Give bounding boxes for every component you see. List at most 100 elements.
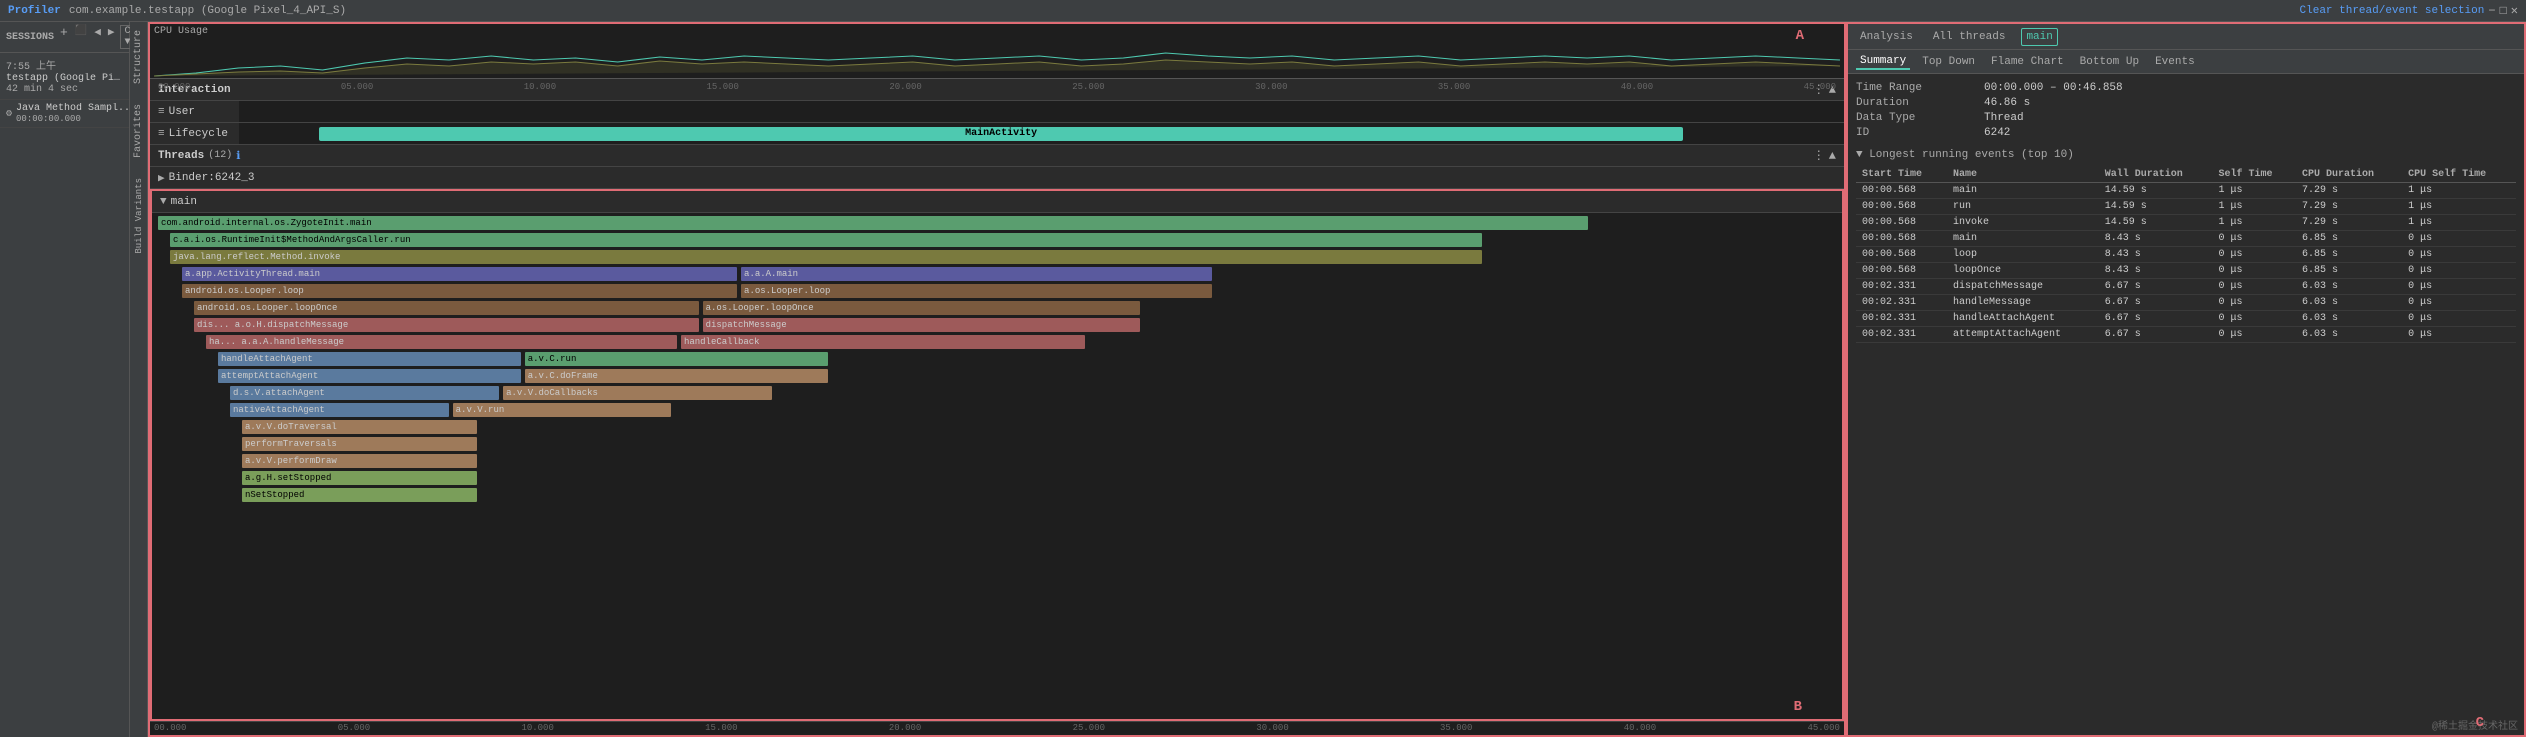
table-cell: 7.29 s — [2296, 183, 2402, 199]
flame-main-label: main — [171, 196, 197, 208]
flame-row: com.android.internal.os.ZygoteInit.main — [156, 215, 1838, 231]
table-cell: 14.59 s — [2099, 183, 2213, 199]
table-cell: 00:02.331 — [1856, 279, 1947, 295]
id-val: 6242 — [1984, 127, 2516, 139]
flame-bar: handleCallback — [681, 335, 1085, 349]
threads-header: Threads (12) ℹ ⋮ ▲ — [150, 145, 1844, 167]
longest-events-header: ▼ Longest running events (top 10) — [1856, 149, 2516, 161]
analysis-content: Time Range 00:00.000 – 00:46.858 Duratio… — [1848, 74, 2524, 735]
flame-bar: nativeAttachAgent — [230, 403, 449, 417]
flame-row: handleAttachAgent a.v.C.run — [156, 351, 1838, 367]
table-cell: 1 μs — [2213, 183, 2296, 199]
flame-row: ha... a.a.A.handleMessage handleCallback — [156, 334, 1838, 350]
sub-tab-flame-chart[interactable]: Flame Chart — [1987, 55, 2068, 69]
table-cell: 6.85 s — [2296, 231, 2402, 247]
table-row: 00:02.331dispatchMessage6.67 s0 μs6.03 s… — [1856, 279, 2516, 295]
flame-row: a.v.V.doTraversal — [156, 419, 1838, 435]
analysis-tab-all-threads[interactable]: All threads — [1929, 29, 2010, 45]
forward-icon[interactable]: ▶ — [106, 25, 117, 49]
table-cell: 1 μs — [2402, 183, 2516, 199]
main-activity-bar: MainActivity — [319, 127, 1684, 141]
gear-icon: ⚙ — [6, 108, 12, 120]
events-table-header-row: Start Time Name Wall Duration Self Time … — [1856, 167, 2516, 183]
maximize-icon[interactable]: □ — [2500, 4, 2507, 18]
table-row: 00:00.568invoke14.59 s1 μs7.29 s1 μs — [1856, 215, 2516, 231]
flame-bar: ha... a.a.A.handleMessage — [206, 335, 677, 349]
flame-bar: a.a.A.main — [741, 267, 1212, 281]
analysis-tab-analysis[interactable]: Analysis — [1856, 29, 1917, 45]
close-icon[interactable]: ✕ — [2511, 3, 2518, 18]
lifecycle-track-name: Lifecycle — [169, 128, 239, 140]
threads-menu-icon[interactable]: ⋮ — [1813, 148, 1825, 163]
bottom-axis: 00.000 05.000 10.000 15.000 20.000 25.00… — [150, 721, 1844, 735]
flame-row: java.lang.reflect.Method.invoke — [156, 249, 1838, 265]
sub-tab-summary[interactable]: Summary — [1856, 54, 1910, 70]
analysis-header: Analysis All threads main — [1848, 24, 2524, 50]
build-variants-tab[interactable]: Build Variants — [134, 178, 144, 254]
col-self-time: Self Time — [2213, 167, 2296, 183]
favorites-tab[interactable]: Favorites — [133, 104, 144, 158]
table-cell: run — [1947, 199, 2099, 215]
flame-bar: a.os.Looper.loopOnce — [703, 301, 1140, 315]
table-cell: 6.03 s — [2296, 295, 2402, 311]
events-table: Start Time Name Wall Duration Self Time … — [1856, 167, 2516, 343]
flame-row: android.os.Looper.loopOnce a.os.Looper.l… — [156, 300, 1838, 316]
panel-c-label: C — [2476, 715, 2484, 731]
table-cell: 8.43 s — [2099, 247, 2213, 263]
java-method-item[interactable]: ⚙ Java Method Sampl... 00:00:00.000 — [0, 100, 129, 128]
flame-bar: a.app.ActivityThread.main — [182, 267, 737, 281]
panel-a-label: A — [1796, 28, 1804, 44]
sessions-header: SESSIONS + ⬛ ◀ ▶ CPU ◀ ▼ — [0, 22, 129, 53]
flame-bar: attemptAttachAgent — [218, 369, 521, 383]
structure-tab[interactable]: Structure — [133, 30, 144, 84]
flame-bar: a.os.Looper.loop — [741, 284, 1212, 298]
minimize-icon[interactable]: − — [2488, 4, 2495, 18]
threads-label: Threads — [158, 150, 204, 162]
analysis-tab-main[interactable]: main — [2021, 28, 2057, 46]
table-cell: 7.29 s — [2296, 215, 2402, 231]
stop-session-icon[interactable]: ⬛ — [73, 25, 89, 49]
cpu-chart-svg — [154, 38, 1840, 78]
data-type-key: Data Type — [1856, 112, 1976, 124]
sub-tab-bottom-up[interactable]: Bottom Up — [2076, 55, 2143, 69]
table-cell: 8.43 s — [2099, 263, 2213, 279]
flame-bar: a.v.V.run — [453, 403, 672, 417]
col-start-time: Start Time — [1856, 167, 1947, 183]
vertical-tabs: Structure Favorites Build Variants — [130, 22, 148, 737]
session-name: testapp (Google Pixel_4... — [6, 73, 123, 84]
binder-expand-icon[interactable]: ▶ — [158, 171, 165, 185]
add-session-icon[interactable]: + — [58, 25, 70, 49]
sub-tab-top-down[interactable]: Top Down — [1918, 55, 1979, 69]
user-track-name: User — [169, 106, 239, 118]
clear-thread-link[interactable]: Clear thread/event selection — [2300, 5, 2485, 17]
flame-main-icon: ▼ — [160, 196, 167, 208]
flame-bar: android.os.Looper.loop — [182, 284, 737, 298]
table-cell: 0 μs — [2402, 327, 2516, 343]
session-item[interactable]: 7:55 上午 testapp (Google Pixel_4... 42 mi… — [0, 53, 129, 100]
flame-row: nSetStopped — [156, 487, 1838, 503]
flame-bar: c.a.i.os.RuntimeInit$MethodAndArgsCaller… — [170, 233, 1482, 247]
binder-row: ▶ Binder:6242_3 — [150, 167, 1844, 189]
table-cell: 0 μs — [2213, 263, 2296, 279]
analysis-panel: C Analysis All threads main Summary Top … — [1846, 22, 2526, 737]
cpu-usage-area: CPU Usage 00.000 05.000 10.000 15.000 20… — [150, 24, 1844, 79]
threads-info-icon[interactable]: ℹ — [236, 149, 240, 163]
flame-bar: a.g.H.setStopped — [242, 471, 477, 485]
flame-rows: com.android.internal.os.ZygoteInit.main … — [152, 213, 1842, 505]
session-duration: 42 min 4 sec — [6, 84, 123, 95]
table-cell: 1 μs — [2402, 215, 2516, 231]
table-row: 00:00.568main14.59 s1 μs7.29 s1 μs — [1856, 183, 2516, 199]
table-cell: 0 μs — [2213, 247, 2296, 263]
flame-row: a.g.H.setStopped — [156, 470, 1838, 486]
back-icon[interactable]: ◀ — [92, 25, 103, 49]
lifecycle-track-icon: ≡ — [158, 128, 165, 140]
lifecycle-track-bar: MainActivity — [239, 123, 1844, 144]
table-cell: invoke — [1947, 215, 2099, 231]
threads-collapse-icon[interactable]: ▲ — [1829, 149, 1836, 163]
sub-tab-events[interactable]: Events — [2151, 55, 2199, 69]
flame-bar: a.v.V.performDraw — [242, 454, 477, 468]
user-track-bar — [239, 101, 1844, 122]
flame-row: attemptAttachAgent a.v.C.doFrame — [156, 368, 1838, 384]
table-row: 00:02.331handleMessage6.67 s0 μs6.03 s0 … — [1856, 295, 2516, 311]
table-cell: main — [1947, 231, 2099, 247]
